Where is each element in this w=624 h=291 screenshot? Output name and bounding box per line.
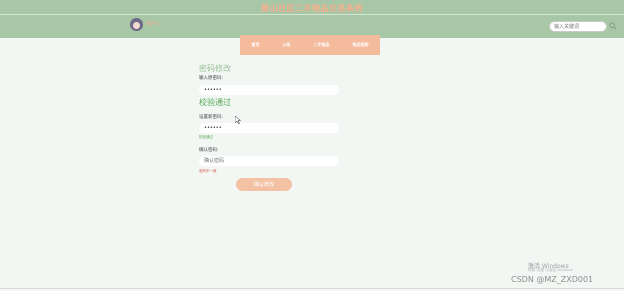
site-header: 萧山社区二手物品交易系统 用户1 <box>0 0 624 38</box>
new-password-hint: 校验通过 <box>199 135 213 139</box>
confirm-password-hint: 密码不一致 <box>199 169 217 173</box>
confirm-change-button[interactable]: 确认修改 <box>236 178 292 191</box>
activate-windows-hint: 转到“设置”以激活 Windows <box>528 268 573 272</box>
header-divider <box>0 14 624 15</box>
main-nav: 首页 公告 二手商品 物品收购 <box>240 35 380 55</box>
username[interactable]: 用户1 <box>146 20 159 27</box>
confirm-password-field[interactable] <box>199 156 339 166</box>
mouse-cursor-icon <box>235 116 241 124</box>
search-icon[interactable] <box>609 22 617 30</box>
nav-item-secondhand[interactable]: 二手商品 <box>314 42 330 48</box>
site-title: 萧山社区二手物品交易系统 <box>261 4 363 13</box>
old-password-label: 输入原密码: <box>199 76 224 81</box>
confirm-password-label: 确认密码: <box>199 148 219 153</box>
page-title: 密码修改 <box>199 64 231 73</box>
avatar[interactable] <box>130 18 143 31</box>
verify-status-title: 校验通过 <box>199 98 231 107</box>
new-password-field[interactable] <box>199 123 339 133</box>
old-password-field[interactable] <box>199 85 339 95</box>
search-input[interactable] <box>549 21 607 32</box>
nav-item-announcements[interactable]: 公告 <box>283 42 291 48</box>
new-password-label: 设置新密码: <box>199 115 224 120</box>
csdn-watermark: CSDN @MZ_ZXD001 <box>511 275 594 284</box>
nav-item-purchase[interactable]: 物品收购 <box>353 42 369 48</box>
footer-divider <box>0 288 624 289</box>
nav-item-home[interactable]: 首页 <box>252 42 260 48</box>
